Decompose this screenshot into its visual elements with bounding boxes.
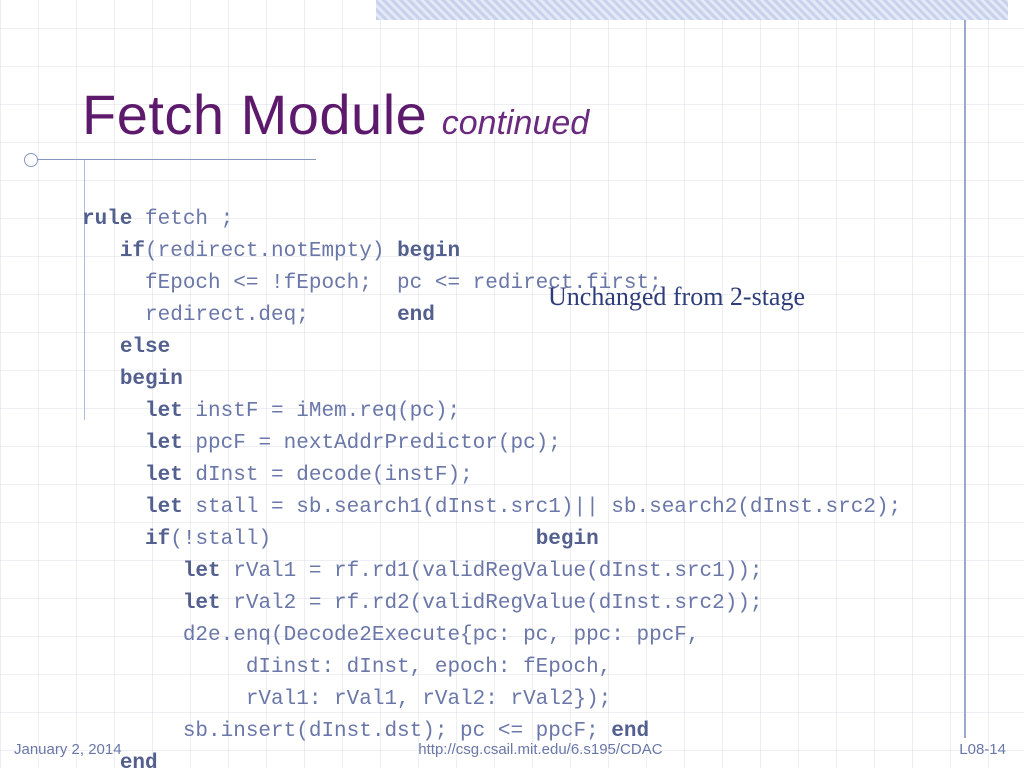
code-line: let ppcF = nextAddrPredictor(pc); <box>82 432 561 455</box>
annotation-text: Unchanged from 2-stage <box>548 282 805 312</box>
code-line: rVal1: rVal1, rVal2: rVal2}); <box>82 688 611 711</box>
title-separator <box>28 159 316 160</box>
footer: January 2, 2014 http://csg.csail.mit.edu… <box>0 741 1024 758</box>
footer-date: January 2, 2014 <box>14 741 122 758</box>
code-line: rule fetch ; <box>82 208 233 231</box>
code-line: if(redirect.notEmpty) begin <box>82 240 460 263</box>
code-line: if(!stall) begin <box>82 528 599 551</box>
code-line: sb.insert(dInst.dst); pc <= ppcF; end <box>82 720 649 743</box>
top-pattern-bar <box>376 0 1008 20</box>
code-line: else <box>82 336 170 359</box>
title-main: Fetch Module <box>82 83 427 146</box>
code-line: begin <box>82 368 183 391</box>
code-line: redirect.deq; end <box>82 304 435 327</box>
code-line: let stall = sb.search1(dInst.src1)|| sb.… <box>82 496 901 519</box>
slide-title: Fetch Module continued <box>82 82 589 147</box>
code-line: dIinst: dInst, epoch: fEpoch, <box>82 656 611 679</box>
footer-url: http://csg.csail.mit.edu/6.s195/CDAC <box>418 741 662 758</box>
code-line: let rVal2 = rf.rd2(validRegValue(dInst.s… <box>82 592 763 615</box>
code-line: let rVal1 = rf.rd1(validRegValue(dInst.s… <box>82 560 763 583</box>
code-line: let instF = iMem.req(pc); <box>82 400 460 423</box>
code-block: rule fetch ; if(redirect.notEmpty) begin… <box>82 172 901 768</box>
code-line: d2e.enq(Decode2Execute{pc: pc, ppc: ppcF… <box>82 624 700 647</box>
title-sub: continued <box>442 104 589 142</box>
right-accent-line <box>964 20 966 738</box>
code-line: let dInst = decode(instF); <box>82 464 473 487</box>
footer-page: L08-14 <box>959 741 1006 758</box>
